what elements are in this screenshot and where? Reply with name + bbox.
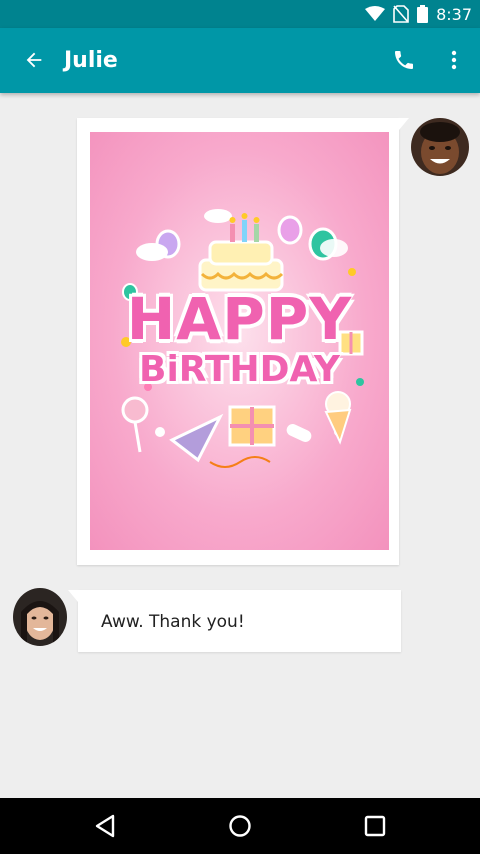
- contact-avatar[interactable]: [13, 588, 67, 646]
- sent-image-message[interactable]: HAPPY BiRTHDAY: [77, 118, 409, 565]
- navigation-bar: [0, 798, 480, 854]
- battery-icon: [417, 5, 429, 23]
- no-sim-icon: [393, 5, 409, 23]
- conversation-title: Julie: [64, 48, 118, 73]
- app-bar: Julie: [0, 28, 480, 93]
- call-button[interactable]: [382, 38, 426, 82]
- sender-avatar[interactable]: [411, 118, 469, 176]
- birthday-text-happy: HAPPY: [126, 285, 353, 353]
- avatar-photo: [411, 118, 469, 176]
- phone-icon: [395, 51, 413, 69]
- arrow-back-icon: [26, 52, 42, 68]
- birthday-text-birthday: BiRTHDAY: [139, 349, 340, 390]
- status-time: 8:37: [436, 4, 472, 24]
- status-bar: 8:37: [0, 0, 480, 28]
- nav-recents-button[interactable]: [347, 804, 403, 848]
- nav-back-button[interactable]: [77, 804, 133, 848]
- message-text: Aww. Thank you!: [101, 612, 245, 632]
- status-icons: 8:37: [365, 0, 472, 28]
- avatar-photo: [13, 588, 67, 646]
- more-vert-icon: [451, 50, 457, 70]
- birthday-card-image[interactable]: HAPPY BiRTHDAY: [90, 132, 389, 550]
- home-nav-icon: [229, 815, 251, 837]
- recents-nav-icon: [364, 815, 386, 837]
- wifi-icon: [365, 6, 386, 21]
- birthday-headline: HAPPY BiRTHDAY: [90, 290, 389, 390]
- received-message-bubble[interactable]: Aww. Thank you!: [68, 590, 401, 652]
- more-options-button[interactable]: [436, 38, 472, 82]
- back-button[interactable]: [12, 38, 56, 82]
- nav-home-button[interactable]: [212, 804, 268, 848]
- back-nav-icon: [95, 814, 115, 838]
